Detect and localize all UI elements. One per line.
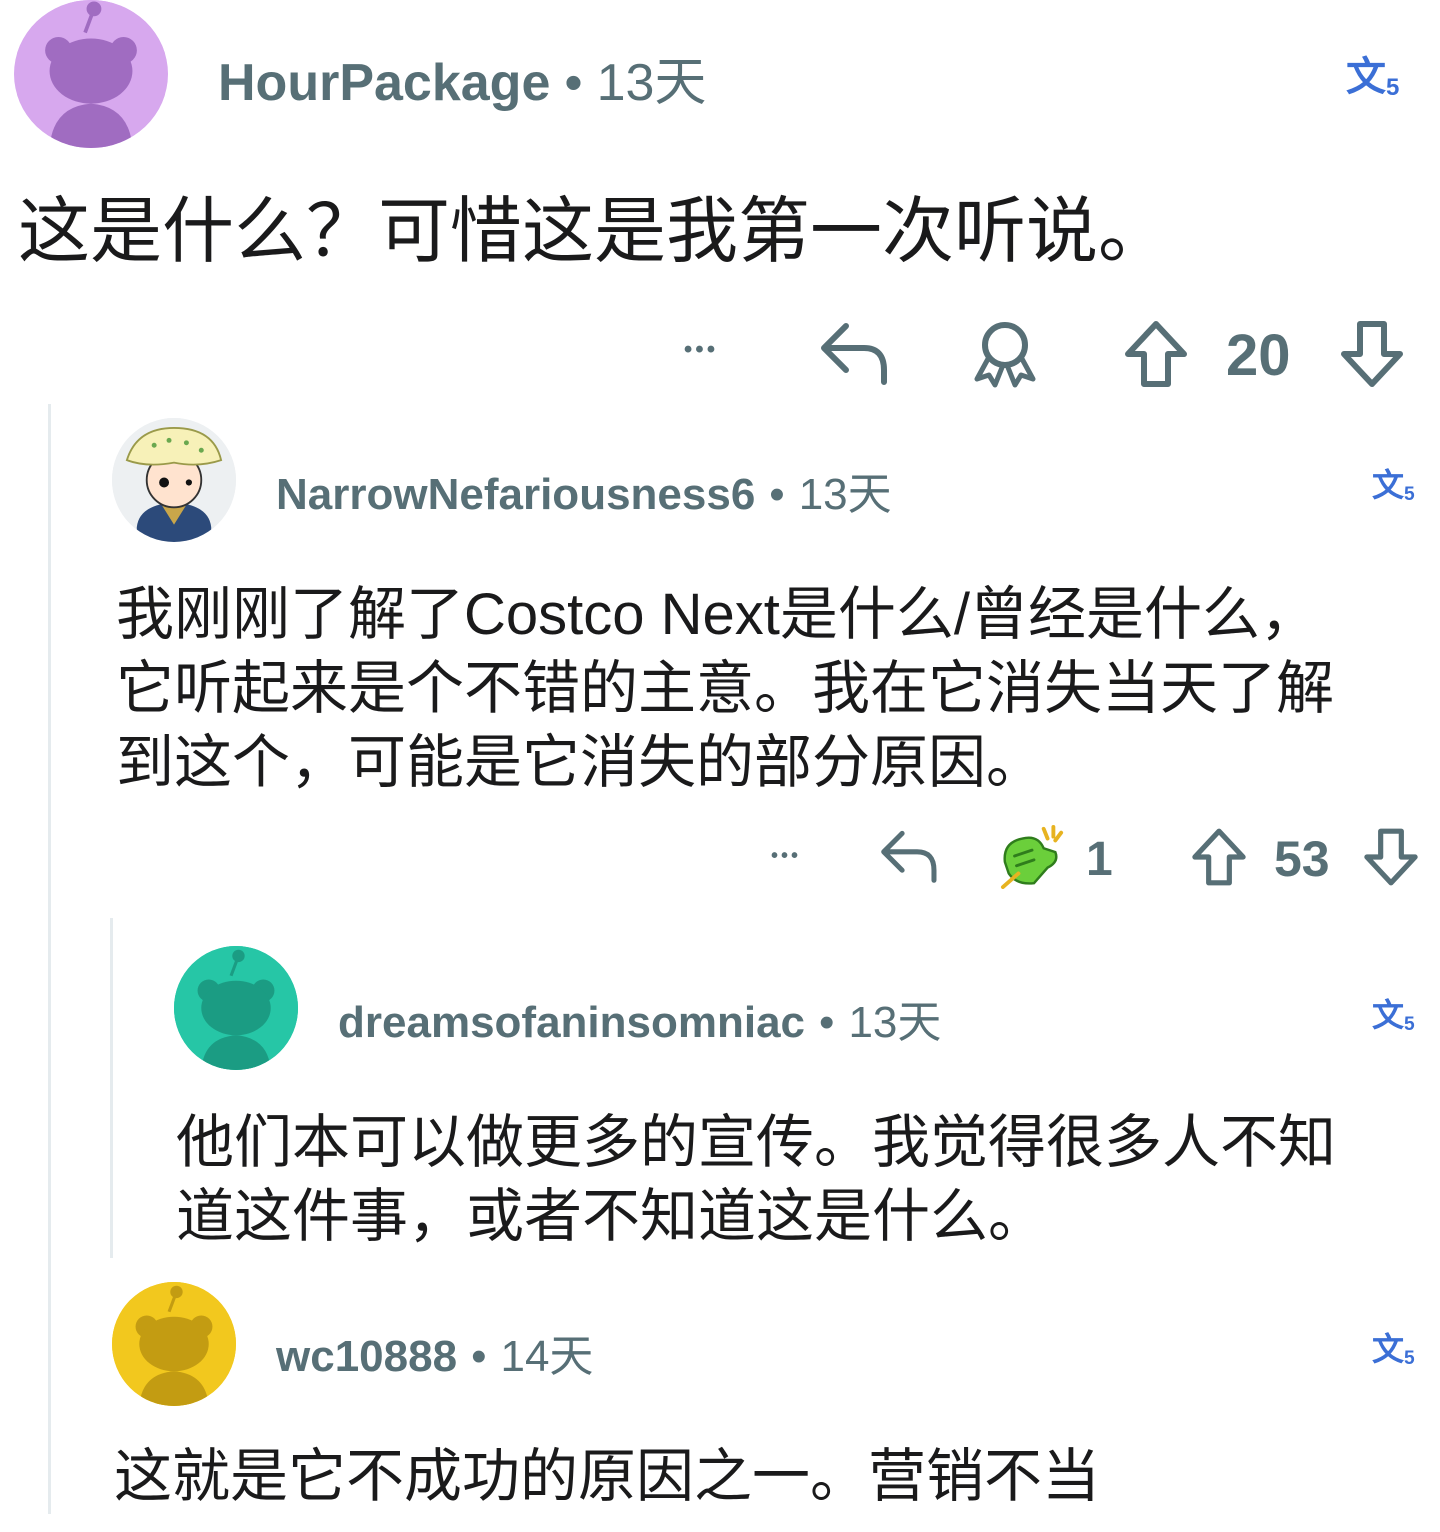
timestamp: 14天 [500, 1332, 594, 1381]
award-button[interactable] [966, 316, 1044, 390]
comment-body-line: 道这件事，或者不知道这是什么。 [176, 1184, 1047, 1249]
snoo-avatar-icon [17, 0, 165, 148]
reply-button[interactable] [874, 826, 942, 886]
more-options-button[interactable]: ••• [752, 838, 820, 874]
reply-button[interactable] [812, 318, 894, 388]
vote-count: 53 [1274, 831, 1330, 887]
avatar[interactable] [112, 418, 236, 542]
translate-icon: 文 [1346, 55, 1386, 99]
separator: • [819, 998, 835, 1047]
username[interactable]: HourPackage [218, 54, 550, 112]
downvote-icon [1364, 828, 1418, 886]
comment-body: 我刚刚了解了Costco Next是什么/曾经是什么， 它听起来是个不错的主意。… [116, 578, 1334, 800]
snoo-avatar-icon [112, 1282, 236, 1406]
downvote-button[interactable] [1358, 824, 1424, 890]
more-options-button[interactable]: ••• [660, 330, 742, 370]
username[interactable]: NarrowNefariousness6 [276, 470, 755, 519]
upvote-button[interactable] [1186, 824, 1252, 890]
comment-author[interactable]: NarrowNefariousness6 • 13天 [276, 458, 892, 522]
snoo-avatar-icon [174, 946, 298, 1070]
translate-button[interactable]: 文5 [1372, 460, 1415, 506]
timestamp: 13天 [596, 54, 707, 112]
translate-icon: 文 [1372, 467, 1405, 503]
avatar[interactable] [174, 946, 298, 1070]
timestamp: 13天 [848, 998, 942, 1047]
username[interactable]: wc10888 [276, 1332, 457, 1381]
comment-body-line: 他们本可以做更多的宣传。我觉得很多人不知 [176, 1110, 1337, 1175]
translate-button[interactable]: 文5 [1372, 990, 1415, 1036]
comment-body: 这是什么？可惜这是我第一次听说。 [18, 192, 1171, 272]
vote-count: 20 [1226, 323, 1291, 388]
award-count: 1 [1086, 833, 1113, 886]
comment-body: 这就是它不成功的原因之一。营销不当 [114, 1444, 1101, 1509]
comment-author[interactable]: HourPackage • 13天 [218, 40, 706, 115]
translate-button[interactable]: 文5 [1346, 44, 1399, 102]
timestamp: 13天 [798, 470, 892, 519]
avatar[interactable] [112, 1282, 236, 1406]
award-icon [974, 322, 1036, 388]
separator: • [564, 54, 583, 112]
award-icon [1000, 824, 1064, 889]
comment-body-line: 它听起来是个不错的主意。我在它消失当天了解 [116, 656, 1335, 721]
upvote-icon [1125, 321, 1187, 387]
comment-author[interactable]: dreamsofaninsomniac • 13天 [338, 986, 941, 1050]
reply-icon [821, 323, 887, 385]
downvote-button[interactable] [1334, 316, 1410, 392]
comment-author[interactable]: wc10888 • 14天 [276, 1320, 593, 1384]
separator: • [769, 470, 785, 519]
thread-line-level1 [48, 404, 51, 1514]
upvote-icon [1192, 828, 1246, 886]
comment-body-line: 到这个，可能是它消失的部分原因。 [116, 730, 1045, 795]
translate-icon: 文 [1372, 997, 1405, 1033]
reply-icon [881, 830, 937, 883]
award-button[interactable] [998, 822, 1068, 890]
separator: • [471, 1332, 487, 1381]
username[interactable]: dreamsofaninsomniac [338, 998, 805, 1047]
comment-body: 他们本可以做更多的宣传。我觉得很多人不知 道这件事，或者不知道这是什么。 [176, 1106, 1336, 1254]
thread-line-level2 [110, 918, 113, 1258]
comment-body-line: 我刚刚了解了Costco Next是什么/曾经是什么， [116, 582, 1319, 647]
translate-button[interactable]: 文5 [1372, 1324, 1415, 1370]
upvote-button[interactable] [1118, 316, 1194, 392]
custom-avatar-icon [112, 418, 236, 542]
avatar[interactable] [14, 0, 168, 148]
downvote-icon [1341, 321, 1403, 387]
translate-icon: 文 [1372, 1331, 1405, 1367]
